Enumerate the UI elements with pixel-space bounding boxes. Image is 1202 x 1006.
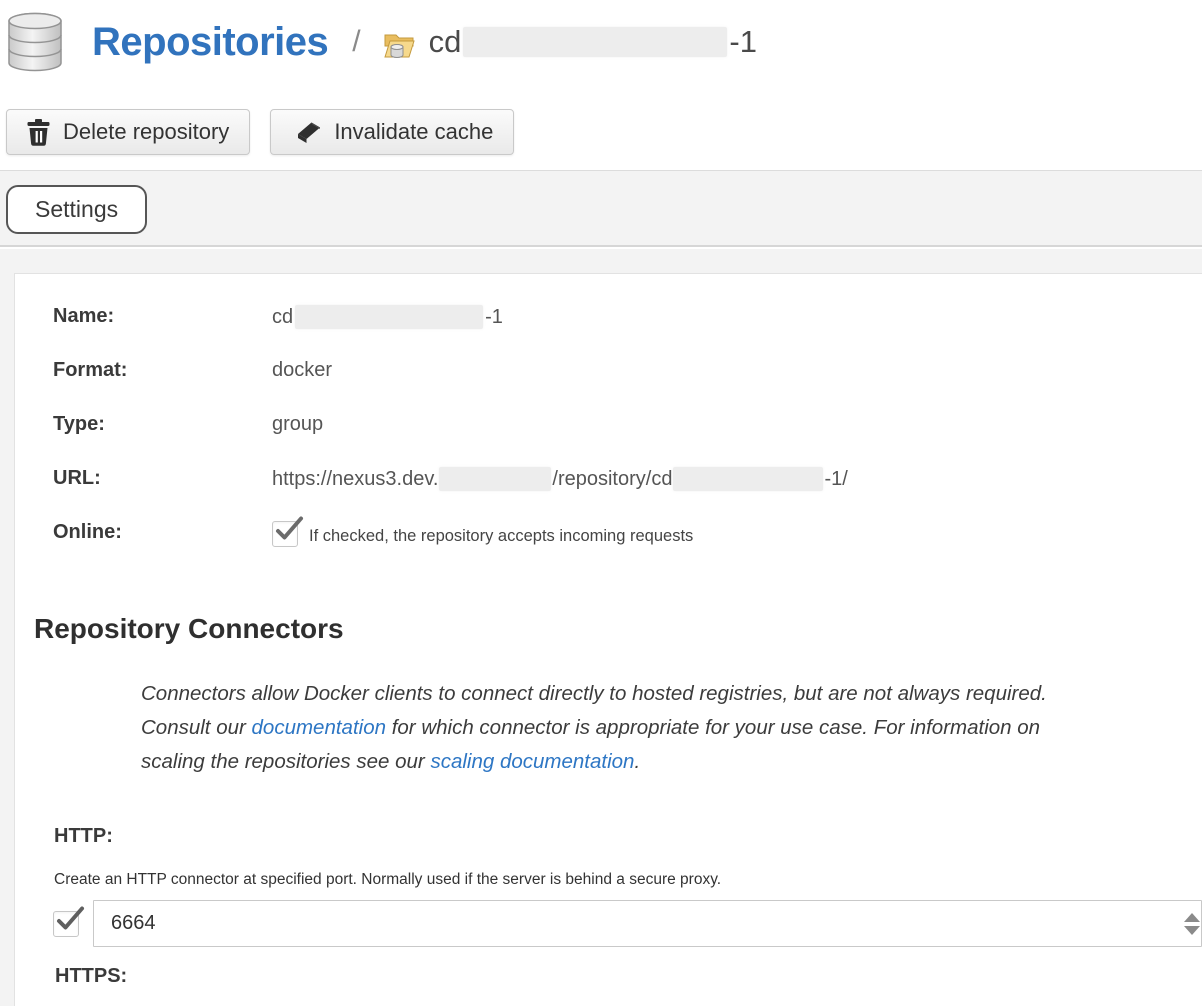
type-label: Type: — [53, 413, 272, 436]
redacted-block — [439, 467, 551, 491]
folder-database-icon — [383, 30, 416, 61]
http-enabled-checkbox[interactable] — [53, 911, 79, 937]
connectors-intro-text: Connectors allow Docker clients to conne… — [141, 677, 1086, 779]
url-part2: /repository/cd — [552, 468, 672, 491]
page-header: Repositories / cd -1 Delete repository — [0, 0, 1202, 170]
redacted-block — [295, 305, 483, 329]
name-label: Name: — [53, 305, 272, 328]
url-part3: -1/ — [824, 468, 847, 491]
repository-name-suffix: -1 — [729, 24, 757, 60]
invalidate-cache-button[interactable]: Invalidate cache — [270, 109, 514, 155]
repository-name-prefix: cd — [429, 24, 462, 60]
http-port-input[interactable] — [93, 900, 1202, 947]
delete-repository-button[interactable]: Delete repository — [6, 109, 250, 155]
url-label: URL: — [53, 467, 272, 490]
stepper-down-icon[interactable] — [1184, 926, 1200, 935]
online-value: If checked, the repository accepts incom… — [272, 521, 693, 547]
breadcrumb: Repositories / cd -1 — [8, 12, 757, 72]
scaling-documentation-link[interactable]: scaling documentation — [430, 750, 634, 773]
url-part1: https://nexus3.dev. — [272, 468, 438, 491]
http-port-field-wrap — [93, 900, 1202, 947]
stepper-up-icon[interactable] — [1184, 913, 1200, 922]
invalidate-cache-label: Invalidate cache — [334, 119, 493, 145]
redacted-block — [673, 467, 823, 491]
toolbar: Delete repository Invalidate cache — [6, 109, 514, 155]
field-row-name: Name: cd -1 — [53, 305, 1182, 329]
delete-repository-label: Delete repository — [63, 119, 229, 145]
database-icon — [8, 12, 62, 72]
intro-text-3: . — [634, 750, 640, 773]
settings-panel: Name: cd -1 Format: docker Type: group U… — [14, 273, 1202, 1006]
content-background: Name: cd -1 Format: docker Type: group U… — [0, 249, 1202, 1006]
checkmark-icon — [274, 515, 304, 545]
trash-icon — [27, 119, 50, 146]
format-label: Format: — [53, 359, 272, 382]
tab-settings[interactable]: Settings — [6, 185, 147, 234]
format-value: docker — [272, 359, 332, 382]
online-checkbox[interactable] — [272, 521, 298, 547]
field-row-url: URL: https://nexus3.dev. /repository/cd … — [53, 467, 1182, 491]
number-stepper[interactable] — [1184, 913, 1200, 935]
page-title: Repositories — [92, 20, 328, 65]
http-label: HTTP: — [54, 825, 113, 848]
url-value: https://nexus3.dev. /repository/cd -1/ — [272, 467, 848, 491]
field-row-online: Online: If checked, the repository accep… — [53, 521, 1182, 547]
online-help-text: If checked, the repository accepts incom… — [309, 527, 693, 546]
section-heading-repository-connectors: Repository Connectors — [34, 613, 344, 645]
eraser-icon — [291, 120, 321, 145]
https-label: HTTPS: — [55, 965, 127, 988]
field-row-format: Format: docker — [53, 359, 1182, 383]
name-value: cd -1 — [272, 305, 503, 329]
repository-summary: Name: cd -1 Format: docker Type: group U… — [53, 305, 1182, 577]
online-label: Online: — [53, 521, 272, 544]
field-row-type: Type: group — [53, 413, 1182, 437]
repository-name: cd -1 — [429, 24, 757, 60]
name-value-suffix: -1 — [485, 306, 503, 329]
name-value-prefix: cd — [272, 306, 293, 329]
breadcrumb-separator: / — [352, 25, 360, 59]
http-help-text: Create an HTTP connector at specified po… — [54, 871, 721, 889]
checkmark-icon — [55, 905, 85, 935]
documentation-link[interactable]: documentation — [252, 716, 386, 739]
tab-bar: Settings — [0, 170, 1202, 247]
type-value: group — [272, 413, 323, 436]
http-connector-row — [53, 900, 1202, 947]
redacted-block — [463, 27, 727, 57]
